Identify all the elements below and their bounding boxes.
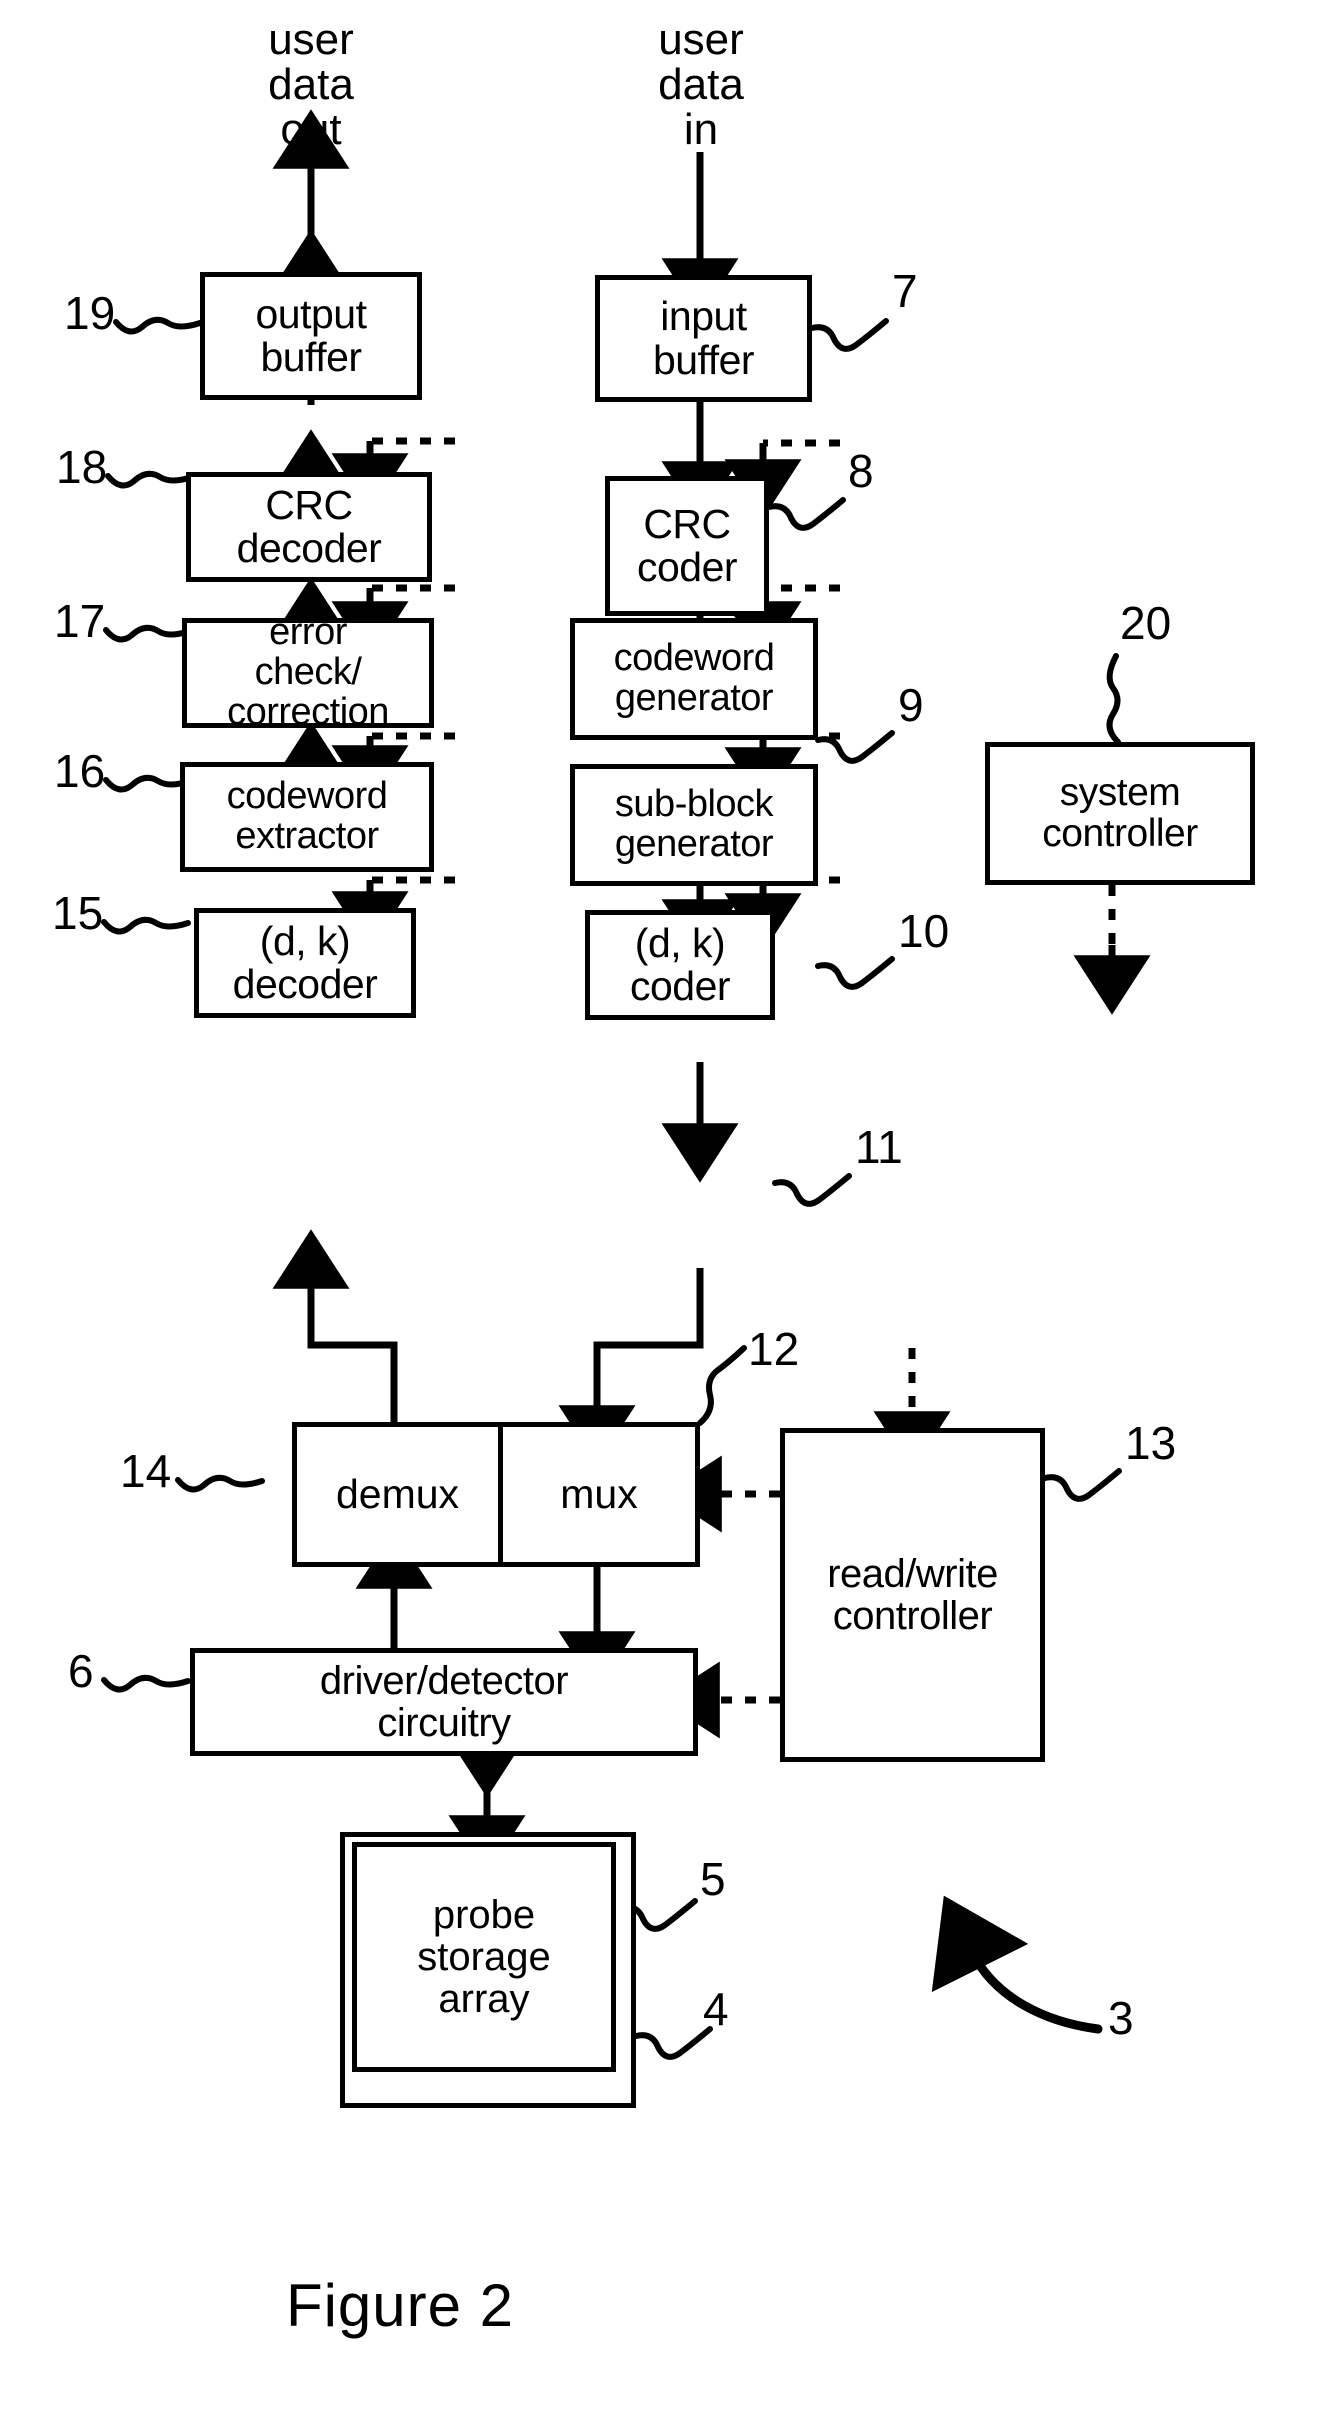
block-label-codeword-extractor: codeword extractor [226, 775, 388, 857]
leader-16 [103, 774, 193, 793]
patent-figure-2: user data out user data in output buffer… [0, 0, 1329, 2415]
block-demux-mux: demux mux [292, 1422, 700, 1567]
block-crc-decoder[interactable]: CRC decoder [186, 472, 432, 582]
ref-number-6: 6 [68, 1645, 94, 1697]
block-system-controller[interactable]: system controller [985, 742, 1255, 885]
ref-number-9: 9 [898, 679, 924, 731]
leader-14 [175, 1474, 265, 1493]
block-read-write-controller[interactable]: read/write controller [780, 1428, 1045, 1762]
leader-13 [1042, 1468, 1122, 1502]
block-input-buffer[interactable]: input buffer [595, 275, 812, 402]
leader-8 [766, 497, 846, 531]
leader-11 [772, 1173, 852, 1207]
block-label-demux: demux [335, 1471, 460, 1517]
block-label-mux: mux [560, 1471, 638, 1517]
ref-number-17: 17 [54, 595, 106, 647]
ref-number-19: 19 [64, 287, 116, 339]
ref-number-11: 11 [855, 1121, 903, 1173]
link-demux-to-dkdec [272, 1229, 398, 1422]
block-label-crc-coder: CRC coder [636, 500, 738, 590]
leader-4 [633, 2026, 713, 2060]
block-codeword-generator[interactable]: codeword generator [570, 618, 818, 740]
block-mux[interactable]: mux [503, 1427, 695, 1562]
block-dk-decoder[interactable]: (d, k) decoder [194, 908, 416, 1018]
link-dkcoder-to-mux [558, 1268, 704, 1465]
ref-number-14: 14 [120, 1445, 172, 1497]
ref-number-3: 3 [1108, 1992, 1134, 2044]
leader-12 [697, 1345, 747, 1426]
leader-19 [113, 316, 203, 335]
ref-number-10: 10 [898, 905, 950, 957]
block-label-output-buffer: output buffer [255, 290, 368, 380]
ref-number-18: 18 [56, 441, 108, 493]
ref-number-7: 7 [892, 265, 918, 317]
leader-9 [815, 730, 895, 764]
block-label-system-controller: system controller [1042, 770, 1198, 855]
leader-3-curved-arrow [931, 1895, 1103, 2034]
leader-6 [101, 1674, 191, 1693]
block-label-dk-decoder: (d, k) decoder [232, 917, 378, 1007]
leader-17 [103, 624, 193, 643]
block-label-probe-storage-array: probe storage array [417, 1893, 551, 2021]
block-dk-coder[interactable]: (d, k) coder [585, 910, 775, 1020]
block-label-codeword-generator: codeword generator [613, 637, 775, 719]
ref-number-15: 15 [52, 887, 104, 939]
block-error-check-correction[interactable]: error check/ correction [182, 612, 434, 732]
ref-number-4: 4 [703, 1983, 729, 2035]
io-label-user-data-in: user data in [658, 15, 744, 154]
ref-number-8: 8 [848, 445, 874, 497]
leader-10 [815, 956, 895, 990]
block-label-subblock-generator: sub-block generator [614, 783, 774, 865]
ref-number-16: 16 [54, 745, 106, 797]
block-subblock-generator[interactable]: sub-block generator [570, 764, 818, 886]
block-driver-detector-circuitry[interactable]: driver/detector circuitry [190, 1648, 698, 1756]
block-output-buffer[interactable]: output buffer [200, 272, 422, 400]
leader-20 [1106, 653, 1121, 745]
figure-caption: Figure 2 [285, 2272, 515, 2339]
block-probe-storage-array[interactable]: probe storage array [352, 1842, 616, 2072]
block-label-input-buffer: input buffer [652, 293, 755, 383]
ref-number-13: 13 [1125, 1417, 1177, 1469]
block-crc-coder[interactable]: CRC coder [605, 476, 769, 616]
block-label-error-check-correction: error check/ correction [227, 611, 389, 733]
block-demux[interactable]: demux [297, 1427, 503, 1562]
leader-18 [105, 470, 195, 489]
block-label-crc-decoder: CRC decoder [236, 481, 382, 571]
ref-number-12: 12 [748, 1323, 800, 1375]
ref-number-20: 20 [1120, 597, 1172, 649]
leader-7 [809, 318, 889, 352]
ref-number-5: 5 [700, 1853, 726, 1905]
block-label-dk-coder: (d, k) coder [629, 919, 731, 1009]
block-label-read-write-controller: read/write controller [827, 1552, 998, 1638]
io-label-user-data-out: user data out [268, 15, 354, 154]
block-codeword-extractor[interactable]: codeword extractor [180, 762, 434, 872]
leader-15 [101, 916, 191, 935]
block-label-driver-detector-circuitry: driver/detector circuitry [319, 1659, 569, 1745]
